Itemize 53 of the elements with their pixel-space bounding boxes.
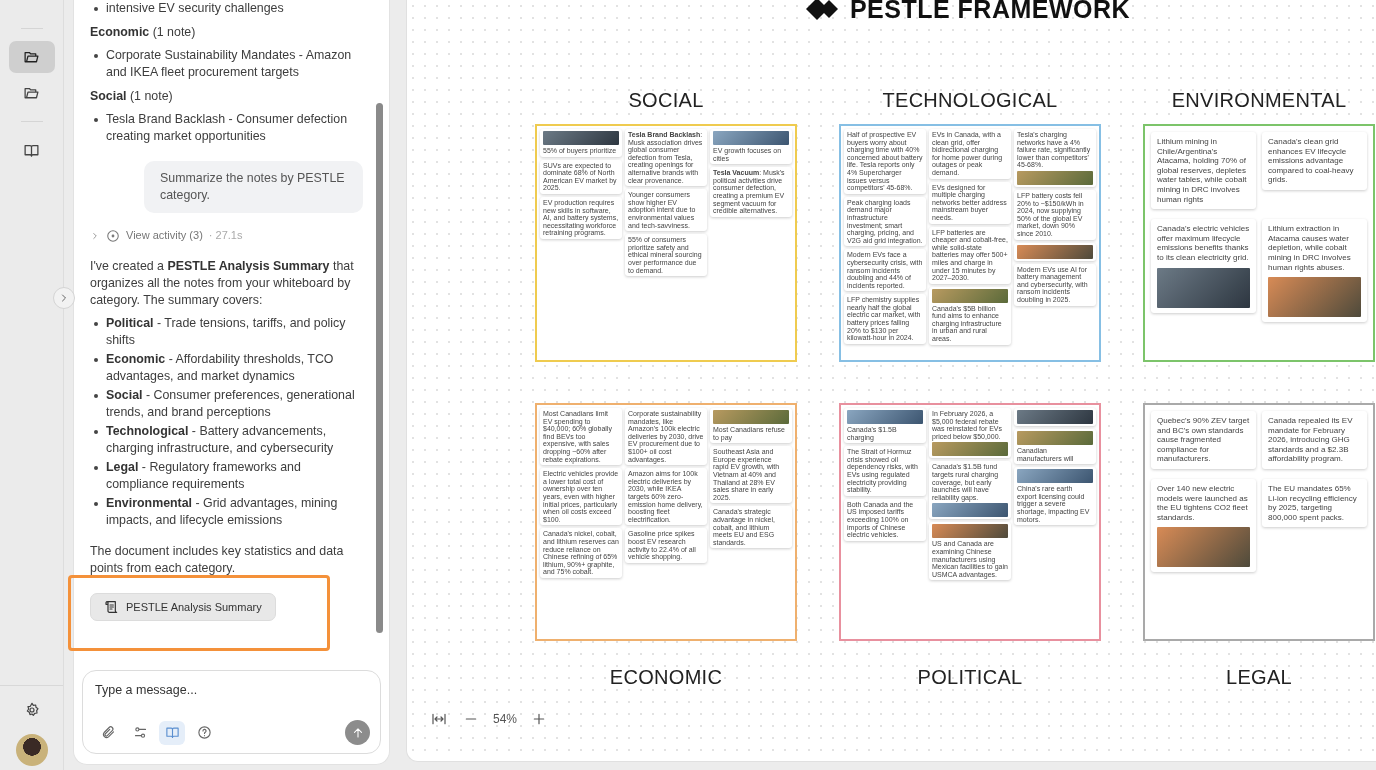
- note-text: Canada's electric vehicles offer maximum lifecycle emissions benefits thanks to its clean electricity grid.: [1157, 224, 1250, 263]
- note-text: Canada's clean grid enhances EV lifecycle emissions advantage compared to coal-heavy grids.: [1268, 137, 1355, 185]
- frame-label: ENVIRONMENTAL: [1171, 88, 1347, 112]
- board-title: PESTLE FRAMEWORK: [849, 0, 1131, 22]
- frame-label: ECONOMIC: [609, 665, 723, 689]
- note-text: Over 140 new electric models were launched as the EU tightens CO2 fleet standards.: [1157, 483, 1249, 523]
- sticky-note[interactable]: The EU mandates 65% Li-ion recycling efficiency by 2025, targeting 800,000 spent packs.: [1262, 478, 1367, 528]
- view-activity-link[interactable]: View activity (3): [126, 227, 203, 244]
- document-icon: [104, 599, 120, 615]
- assistant-message: I've created a PESTLE Analysis Summary that organizes all the notes from your whiteboard by category. The summary covers:: [90, 258, 355, 309]
- help-icon: [196, 725, 212, 740]
- bullet-text: intensive EV security challenges: [90, 0, 363, 17]
- bullet-text: Environmental - Grid advantages, mining impacts, and lifecycle emissions: [90, 495, 363, 529]
- sliders-icon: [132, 725, 148, 740]
- category-heading: Economic (1 note): [90, 24, 197, 41]
- frame-label: POLITICAL: [917, 665, 1023, 689]
- sticky-note[interactable]: Over 140 new electric models were launched as the EU tightens CO2 fleet standards.: [1151, 478, 1256, 573]
- avatar[interactable]: [15, 734, 48, 766]
- book-icon: [164, 725, 180, 740]
- bullet-text: Corporate Sustainability Mandates - Amazon and IKEA fleet procurement targets: [90, 47, 363, 81]
- sticky-note[interactable]: Lithium mining in Chile/Argentina's Atacama, holding 70% of global reserves, depletes water tables, while cobalt mining in DRC involves human rights: [1151, 132, 1256, 210]
- note-text: Lithium extraction in Atacama causes water depletion, while cobalt mining in DRC involves human rights abuses.: [1268, 224, 1352, 273]
- message-input[interactable]: Type a message...: [95, 683, 370, 697]
- note-text: The EU mandates 65% Li-ion recycling efficiency by 2025, targeting 800,000 spent packs.: [1268, 483, 1358, 523]
- sticky-note[interactable]: Canada's clean grid enhances EV lifecycle emissions advantage compared to coal-heavy grids.: [1262, 132, 1367, 190]
- send-button[interactable]: [345, 720, 370, 745]
- duration-text: · 27.1s: [208, 228, 243, 243]
- fit-width-icon[interactable]: [429, 711, 449, 727]
- user-message: Summarize the notes by PESTLE category.: [144, 161, 363, 213]
- sticky-note[interactable]: Quebec's 90% ZEV target and BC's own standards cause fragmented compliance for manufacturers.: [1151, 411, 1256, 469]
- note-text: Lithium mining in Chile/Argentina's Atacama, holding 70% of global reserves, depletes water tables, while cobalt mining in DRC involves human rights: [1157, 137, 1248, 205]
- sticky-note[interactable]: Canada repealed its EV mandate for February 2026, introducing GHG standards and a $2.3B affordability program.: [1262, 411, 1367, 469]
- bullet-text: Tesla Brand Backlash - Consumer defection creating market opportunities: [90, 111, 363, 145]
- bullet-text: Social - Consumer preferences, generational trends, and brand perceptions: [90, 387, 363, 421]
- category-heading: Social (1 note): [90, 88, 174, 105]
- bullet-text: Political - Trade tensions, tariffs, and policy shifts: [90, 315, 363, 349]
- paperclip-icon: [100, 725, 116, 740]
- bullet-text: Technological - Battery advancements, charging infrastructure, and cybersecurity: [90, 423, 363, 457]
- sticky-note[interactable]: Lithium extraction in Atacama causes water depletion, while cobalt mining in DRC involves human rights abuses.: [1262, 219, 1367, 323]
- activity-icon: [106, 228, 120, 243]
- document-button[interactable]: PESTLE Analysis Summary: [90, 593, 276, 621]
- frame-label: LEGAL: [1226, 665, 1292, 689]
- frame-label: SOCIAL: [628, 88, 704, 112]
- folder-button[interactable]: [8, 41, 55, 73]
- bullet-text: Economic - Affordability thresholds, TCO advantages, and market dynamics: [90, 351, 363, 385]
- assistant-message: The document includes key statistics and data points from each category.: [90, 543, 345, 577]
- note-text: Quebec's 90% ZEV target and BC's own standards cause fragmented compliance for manufacturers.: [1157, 416, 1250, 464]
- sticky-note[interactable]: Canada's electric vehicles offer maximum lifecycle emissions benefits thanks to its clean electricity grid.: [1151, 219, 1256, 313]
- note-text: Canada repealed its EV mandate for February 2026, introducing GHG standards and a $2.3B affordability program.: [1268, 416, 1354, 464]
- logo-icon: [805, 0, 840, 20]
- bullet-text: Legal - Regulatory frameworks and compliance requirements: [90, 459, 363, 493]
- frame-label: TECHNOLOGICAL: [882, 88, 1058, 112]
- zoom-level: 54%: [493, 712, 518, 726]
